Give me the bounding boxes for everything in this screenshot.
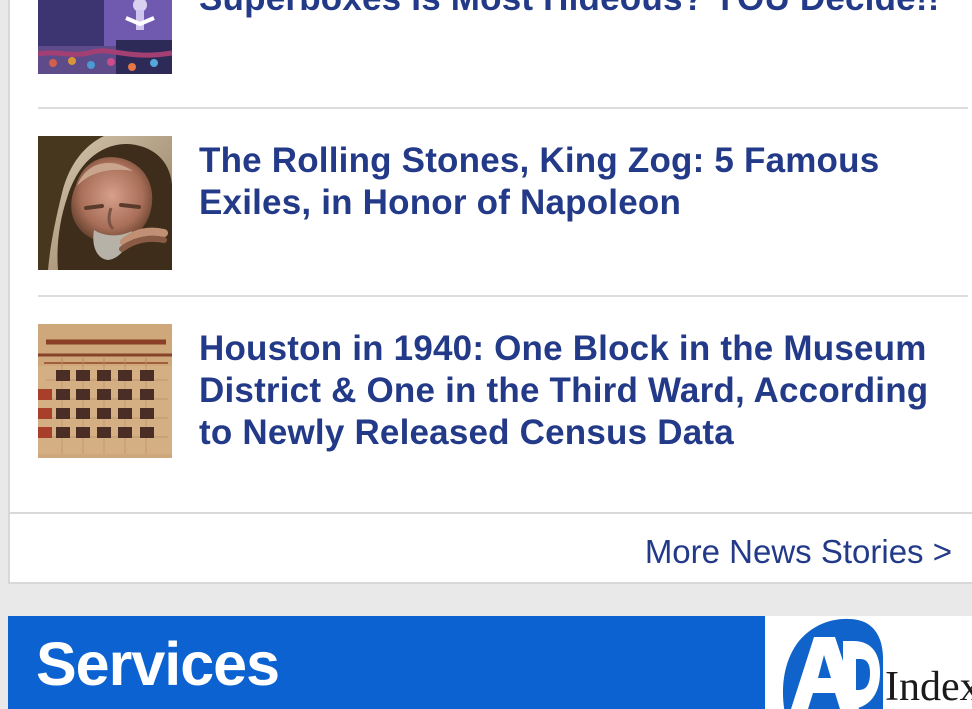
ap-logo-icon [783,618,883,709]
living-room-photo-icon [38,0,172,74]
hooded-man-photo-icon [38,136,172,270]
story-headline[interactable]: Superboxes Is Most Hideous? YOU Decide!! [199,0,940,20]
news-story[interactable]: Superboxes Is Most Hideous? YOU Decide!! [38,0,968,82]
calendar-photo-icon [38,324,172,458]
news-story[interactable]: Houston in 1940: One Block in the Museum… [38,324,968,464]
story-divider [38,295,968,297]
ad-logo[interactable]: Index [765,616,972,709]
more-news-stories-link[interactable]: More News Stories > [645,532,952,572]
services-title: Services [36,630,280,698]
news-stories-panel: Superboxes Is Most Hideous? YOU Decide!! [8,0,972,584]
story-divider [38,107,968,109]
news-story[interactable]: The Rolling Stones, King Zog: 5 Famous E… [38,136,968,272]
panel-footer-divider [10,512,972,514]
story-thumbnail[interactable] [38,0,172,74]
story-headline[interactable]: The Rolling Stones, King Zog: 5 Famous E… [199,136,968,224]
ad-logo-word: Index [885,664,972,709]
story-thumbnail[interactable] [38,136,172,270]
services-section: Services Index [8,616,972,709]
story-thumbnail[interactable] [38,324,172,458]
story-headline[interactable]: Houston in 1940: One Block in the Museum… [199,324,968,454]
